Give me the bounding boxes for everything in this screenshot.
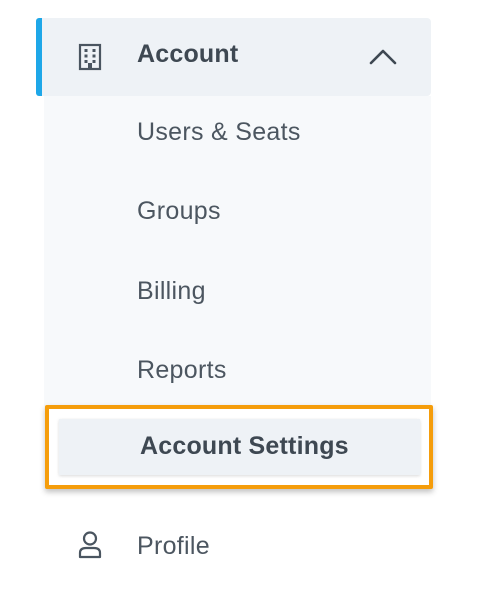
menu-item-users-seats[interactable]: Users & Seats — [137, 118, 301, 147]
menu-item-billing[interactable]: Billing — [137, 277, 206, 306]
account-submenu: Users & Seats Groups Billing Reports — [44, 96, 431, 410]
user-icon — [77, 530, 103, 560]
account-section-header[interactable]: Account — [36, 18, 431, 96]
chevron-up-icon[interactable] — [368, 45, 398, 69]
profile-label: Profile — [137, 532, 210, 560]
highlight-callout: Account Settings — [45, 405, 433, 489]
menu-item-groups[interactable]: Groups — [137, 197, 221, 226]
menu-item-label: Account Settings — [140, 432, 349, 460]
account-section-label: Account — [137, 40, 239, 68]
menu-item-account-settings[interactable]: Account Settings — [59, 419, 420, 475]
sidebar-item-profile[interactable]: Profile — [36, 510, 431, 580]
building-icon — [77, 43, 103, 71]
menu-item-reports[interactable]: Reports — [137, 356, 227, 385]
active-accent-bar — [36, 18, 42, 96]
